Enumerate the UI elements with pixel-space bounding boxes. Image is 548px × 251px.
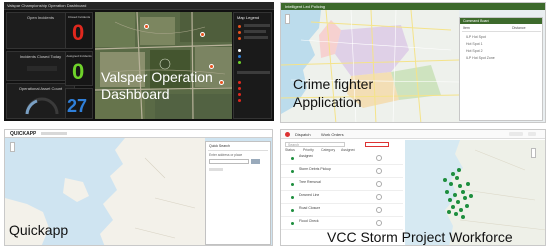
list-item-title: Tree Removal — [299, 180, 321, 184]
list-item[interactable]: Downed Line — [281, 191, 403, 204]
column-header: Distance — [512, 26, 526, 30]
board-item[interactable]: Hot Spot 2 — [466, 49, 483, 53]
panel-caption: VCC Storm Project Workforce — [327, 229, 513, 245]
asset-count-card[interactable]: 27 — [65, 88, 93, 119]
closed-incidents-card[interactable]: Closed Incidents 0 — [65, 12, 93, 49]
status-dot-icon — [291, 196, 294, 199]
incident-marker[interactable] — [219, 80, 224, 85]
assigned-incidents-card[interactable]: Assigned Incidents 0 — [65, 51, 93, 86]
quick-search-widget: Quick Search Enter address or place — [205, 141, 271, 245]
caption-line: Application — [293, 94, 362, 111]
legend-marker-icon — [238, 81, 241, 84]
status-dot-icon — [291, 157, 294, 160]
dashboard-title: Valspar Championship Operation Dashboard — [7, 3, 87, 8]
widget-label: Enter address or place — [209, 153, 243, 157]
list-item-title: Downed Line — [299, 193, 320, 197]
card-label: Incidents Closed Today — [19, 54, 62, 59]
header-button[interactable] — [509, 132, 523, 136]
card-label: Closed Incidents — [67, 15, 91, 19]
caption-line: Dashboard — [101, 86, 170, 103]
caption-line: Crime fighter — [293, 76, 374, 92]
incident-marker[interactable] — [144, 24, 149, 29]
list-item[interactable]: Assigned — [281, 152, 403, 165]
search-button[interactable] — [251, 159, 260, 164]
dashboard-title-bar: Valspar Championship Operation Dashboard — [4, 2, 274, 10]
app-header: Dispatch Work Orders — [281, 130, 545, 139]
panel-caption: Quickapp — [9, 222, 69, 238]
incident-marker[interactable] — [200, 32, 205, 37]
tab-work-orders[interactable]: Work Orders — [321, 132, 344, 137]
crime-fighter-screenshot: Intelligent Led Policing Command Board I… — [280, 2, 546, 123]
legend-title: Map Legend — [237, 15, 260, 20]
list-item[interactable]: Tree Removal — [281, 178, 403, 191]
board-item[interactable]: ILP Hot Spot — [466, 35, 486, 39]
legend-panel: Map Legend — [233, 12, 272, 119]
legend-marker-icon — [238, 55, 241, 58]
zoom-control[interactable] — [285, 14, 290, 24]
widget-title: Quick Search — [209, 144, 231, 148]
caption-line: Valsper Operation — [101, 69, 213, 85]
closed-count: 0 — [72, 20, 85, 45]
board-item[interactable]: Hot Spot 1 — [466, 42, 483, 46]
search-input[interactable] — [209, 159, 249, 164]
panel-caption: Valsper Operation Dashboard — [101, 69, 213, 102]
list-item-title: Assigned — [299, 154, 314, 158]
status-dot-icon — [291, 183, 294, 186]
column-header: Item — [463, 26, 470, 30]
board-item[interactable]: ILP Hot Spot Zone — [466, 56, 495, 60]
app-logo-icon — [285, 132, 290, 137]
command-board-title: Command Board — [463, 19, 490, 23]
quickapp-screenshot: QUICKAPP Quick Search Enter address or p… — [4, 129, 273, 246]
list-item-title: Storm Debris Pickup — [299, 167, 331, 171]
list-item[interactable]: Storm Debris Pickup — [281, 165, 403, 178]
command-board-panel: Command Board Item Distance ILP Hot Spot… — [459, 17, 543, 121]
legend-marker-icon — [238, 87, 241, 90]
legend-marker-icon — [238, 37, 241, 40]
search-placeholder: Search — [288, 143, 300, 147]
legend-marker-icon — [238, 49, 241, 52]
status-dot-icon — [291, 222, 294, 225]
legend-marker-icon — [238, 99, 241, 102]
legend-marker-icon — [238, 25, 241, 28]
status-dot-icon — [291, 209, 294, 212]
legend-marker-icon — [238, 93, 241, 96]
header-button[interactable] — [528, 132, 536, 136]
assigned-count: 0 — [72, 59, 85, 84]
app-title: Intelligent Led Policing — [285, 4, 326, 9]
legend-marker-icon — [238, 31, 241, 34]
action-button[interactable] — [365, 142, 389, 147]
storm-workforce-screenshot: Dispatch Work Orders Search Status Prior… — [280, 129, 546, 246]
dashboard-screenshot: Valspar Championship Operation Dashboard… — [4, 2, 274, 121]
card-label: Assigned Incidents — [66, 54, 92, 58]
app-header: Intelligent Led Policing — [281, 3, 545, 10]
asset-count: 27 — [67, 96, 88, 116]
card-label: Open Incidents — [27, 15, 54, 20]
panel-caption: Crime fighter Application — [293, 76, 373, 110]
legend-marker-icon — [238, 61, 241, 64]
list-item-title: Flood Check — [299, 219, 319, 223]
tab-dispatch[interactable]: Dispatch — [295, 132, 311, 137]
quickapp-logo: QUICKAPP — [10, 131, 37, 137]
search-input[interactable]: Search — [285, 142, 345, 147]
list-item-title: Road Closure — [299, 206, 321, 210]
zoom-control[interactable] — [531, 148, 536, 158]
list-item[interactable]: Road Closure — [281, 204, 403, 217]
quickapp-header: QUICKAPP — [5, 130, 272, 138]
zoom-control[interactable] — [10, 142, 15, 152]
status-dot-icon — [291, 170, 294, 173]
